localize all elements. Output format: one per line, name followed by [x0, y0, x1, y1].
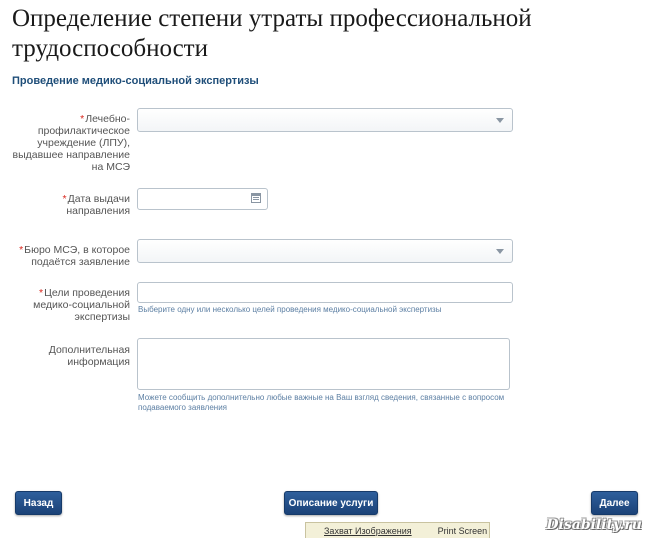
bureau-label: *Бюро МСЭ, в которое подаётся заявление — [19, 244, 130, 268]
page-title: Определение степени утраты профессиональ… — [12, 5, 532, 62]
lpu-select[interactable] — [137, 108, 513, 132]
required-asterisk: * — [38, 287, 44, 299]
calendar-icon[interactable] — [251, 193, 261, 203]
bureau-select[interactable] — [137, 239, 513, 263]
additional-textarea[interactable] — [137, 338, 510, 390]
chevron-down-icon — [496, 249, 504, 254]
print-screen-item[interactable]: Print Screen — [438, 526, 488, 536]
goals-hint: Выберите одну или несколько целей провед… — [138, 305, 442, 314]
additional-hint: Можете сообщить дополнительно любые важн… — [138, 393, 505, 412]
required-asterisk: * — [80, 113, 85, 125]
capture-image-item[interactable]: Захват Изображения — [324, 526, 412, 536]
goals-label: *Цели проведения медико-социальной экспе… — [33, 287, 130, 323]
service-description-button[interactable]: Описание услуги — [284, 491, 378, 515]
taskbar-popup: Захват Изображения Print Screen — [305, 522, 490, 538]
back-button[interactable]: Назад — [15, 491, 62, 515]
issue-date-input[interactable] — [137, 188, 268, 210]
section-title: Проведение медико-социальной экспертизы — [12, 75, 259, 87]
next-button[interactable]: Далее — [591, 491, 638, 515]
watermark: Disability.ru — [546, 517, 642, 533]
lpu-label: *Лечебно-профилактическое учреждение (ЛП… — [12, 113, 131, 173]
issue-date-label: *Дата выдачи направления — [62, 193, 130, 217]
additional-label: Дополнительная информация — [48, 344, 130, 368]
required-asterisk: * — [62, 193, 67, 205]
chevron-down-icon — [496, 118, 504, 123]
goals-input[interactable] — [137, 282, 513, 303]
required-asterisk: * — [19, 244, 24, 256]
